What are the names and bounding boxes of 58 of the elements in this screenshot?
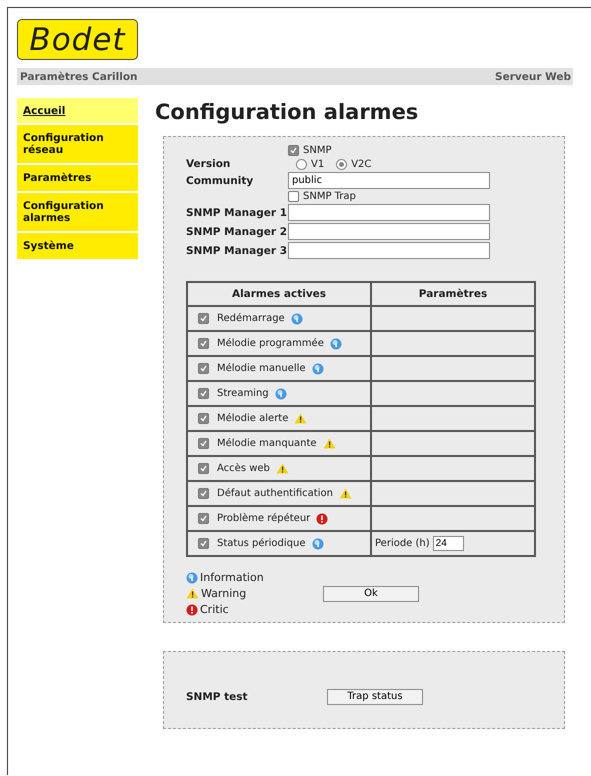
- checkmark-icon: [290, 147, 297, 154]
- legend-label: Information: [200, 571, 264, 584]
- manager-field[interactable]: [288, 204, 490, 221]
- critical-icon: [186, 604, 198, 616]
- info-icon: [186, 572, 198, 584]
- warning-icon: [186, 588, 199, 599]
- sidebar-item[interactable]: Accueil: [17, 98, 138, 123]
- checkmark-icon: [200, 440, 207, 447]
- manager-field[interactable]: [288, 223, 490, 240]
- warning-icon: [338, 488, 352, 499]
- trap-status-button[interactable]: Trap status: [327, 688, 423, 704]
- header-title: Paramètres Carillon: [20, 70, 138, 82]
- sidebar-item[interactable]: Paramètres: [17, 165, 138, 191]
- ok-button[interactable]: Ok: [323, 586, 419, 602]
- checkmark-icon: [200, 365, 207, 372]
- critical-icon: [316, 512, 328, 524]
- sidebar-item[interactable]: Configuration alarmes: [17, 193, 138, 231]
- manager-label: SNMP Manager 1: [186, 206, 288, 218]
- legend-label: Critic: [200, 603, 229, 616]
- alarm-checkbox[interactable]: Accès web: [198, 463, 270, 474]
- checkmark-icon: [200, 340, 207, 347]
- snmp-checkbox[interactable]: SNMP: [288, 145, 490, 156]
- version-label: Version: [186, 158, 232, 170]
- version-radio[interactable]: V1: [296, 158, 324, 170]
- info-icon: [290, 312, 303, 324]
- info-icon: [274, 388, 287, 400]
- checkmark-icon: [200, 540, 207, 547]
- warning-icon: [322, 438, 336, 449]
- logo: Bodet: [17, 19, 138, 60]
- sidebar-item[interactable]: Système: [17, 233, 138, 259]
- checkmark-icon: [200, 465, 207, 472]
- info-icon: [330, 338, 342, 350]
- column-header: Paramètres: [371, 282, 535, 306]
- period-field[interactable]: 24: [432, 536, 464, 551]
- checkmark-icon: [200, 515, 207, 522]
- sidebar-item[interactable]: Configuration réseau: [17, 125, 138, 163]
- page-title: Configuration alarmes: [155, 100, 420, 124]
- checkmark-icon: [200, 415, 207, 422]
- info-icon: [312, 538, 324, 550]
- snmp-test-label: SNMP test: [186, 690, 249, 702]
- warning-icon: [294, 413, 308, 424]
- community-label: Community: [186, 174, 254, 186]
- column-header: Alarmes actives: [187, 282, 371, 306]
- warning-icon: [276, 463, 289, 474]
- checkmark-icon: [200, 490, 207, 497]
- alarm-checkbox[interactable]: Streaming: [198, 388, 269, 399]
- version-radio[interactable]: V2C: [336, 158, 372, 170]
- manager-field[interactable]: [288, 242, 490, 259]
- info-icon: [312, 362, 324, 374]
- community-field[interactable]: public: [288, 172, 490, 189]
- manager-label: SNMP Manager 2: [186, 226, 288, 238]
- snmp-trap-checkbox[interactable]: SNMP Trap: [288, 191, 490, 202]
- parameter-label: Periode (h): [375, 538, 430, 549]
- legend-label: Warning: [201, 587, 246, 600]
- checkmark-icon: [200, 390, 207, 397]
- checkmark-icon: [200, 315, 207, 322]
- header-subtitle: Serveur Web: [495, 70, 571, 82]
- manager-label: SNMP Manager 3: [186, 244, 288, 256]
